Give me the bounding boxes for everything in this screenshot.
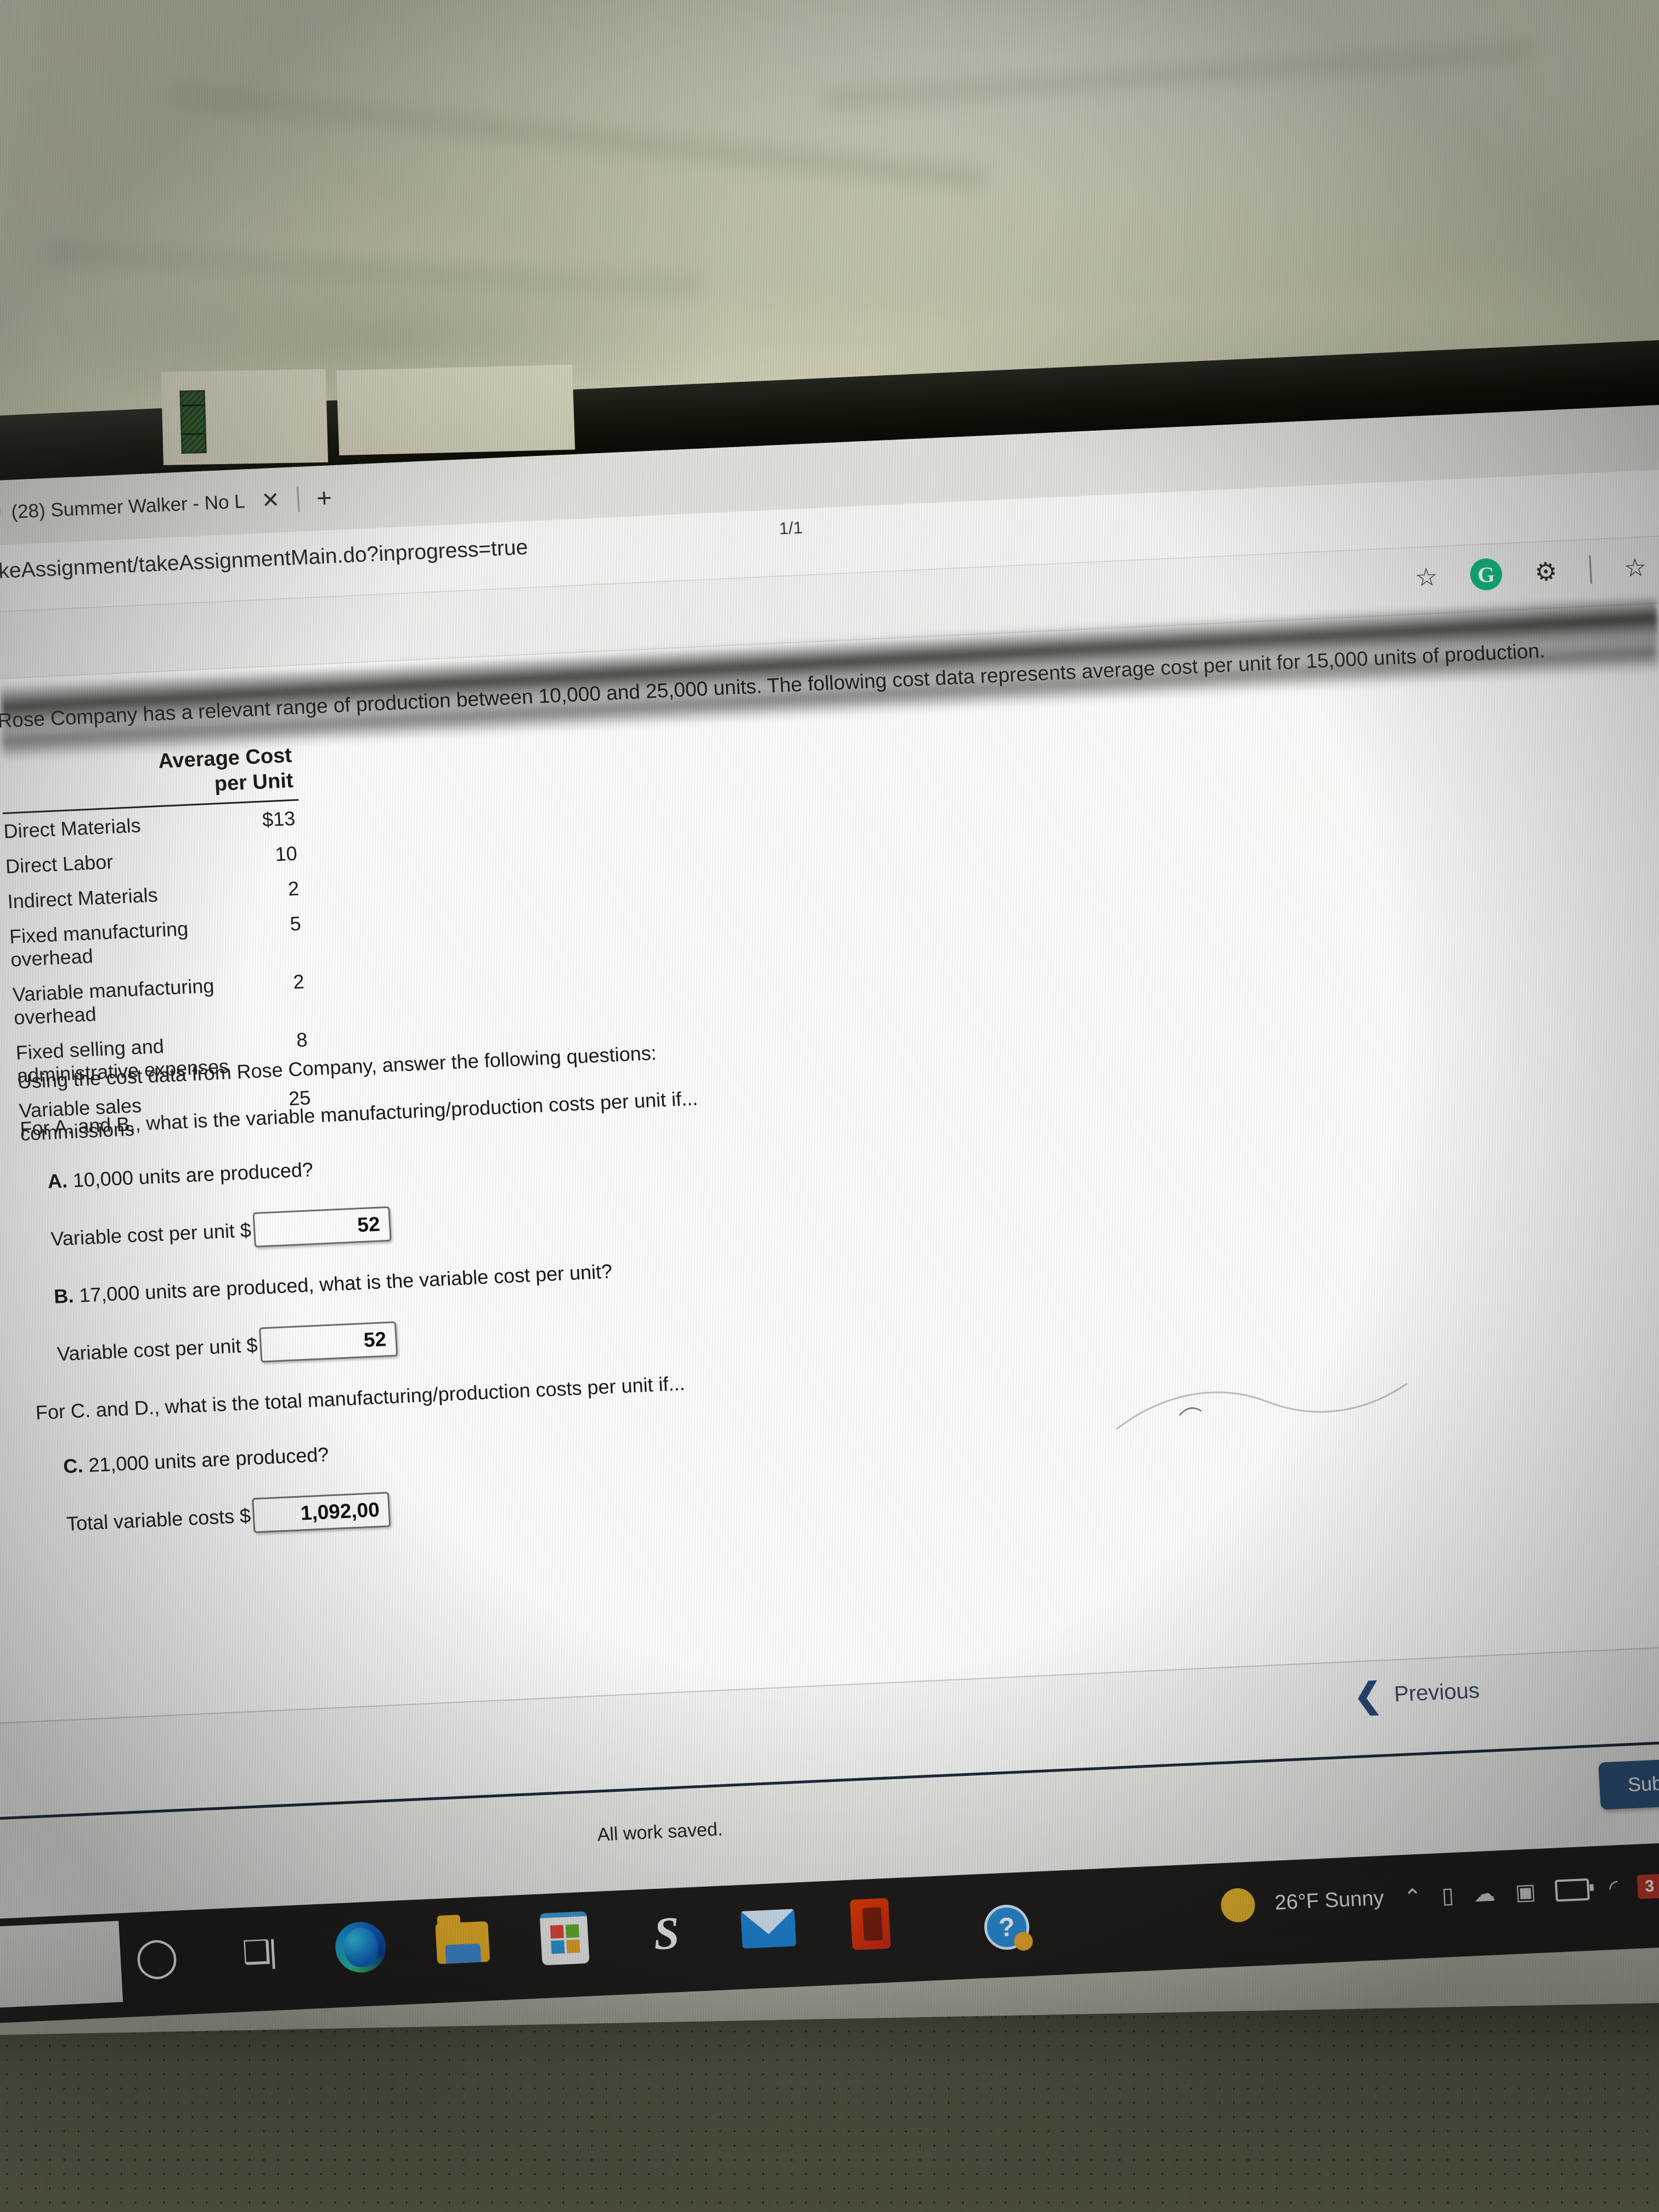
notification-badge[interactable]: 3: [1637, 1874, 1659, 1899]
microsoft-store-icon[interactable]: [533, 1907, 596, 1969]
bezel-green-chip: [179, 390, 207, 454]
chevron-up-icon[interactable]: ⌃: [1403, 1884, 1423, 1910]
answer-row-a: Variable cost per unit $ 52: [50, 1206, 392, 1257]
question-c-text: 21,000 units are produced?: [88, 1443, 330, 1477]
question-a-text: 10,000 units are produced?: [72, 1158, 314, 1192]
saved-status-text: All work saved.: [596, 1819, 724, 1846]
question-a-letter: A.: [47, 1169, 68, 1193]
answer-b-label: Variable cost per unit $: [56, 1333, 258, 1365]
speaker-playing-icon[interactable]: 🔊: [0, 501, 3, 526]
pen-squiggle-mark: [1116, 1383, 1408, 1430]
onedrive-cloud-icon[interactable]: ☁: [1473, 1881, 1496, 1907]
system-tray: 26°F Sunny ⌃ ▯ ☁ ▣ ◜ 3 🔊 10:24 3/4/20: [1220, 1860, 1659, 1926]
previous-label: Previous: [1393, 1678, 1480, 1707]
display-settings-icon[interactable]: ▣: [1514, 1879, 1537, 1905]
photo-scene: hp 🔊 (28) Summer Walker - No L ✕ +: [0, 0, 1659, 2212]
mail-icon[interactable]: [737, 1898, 800, 1960]
laptop-screen: 🔊 (28) Summer Walker - No L ✕ + w.com/il…: [0, 338, 1659, 2024]
row-value: 5: [289, 912, 302, 935]
row-label: Variable manufacturing overhead: [12, 974, 215, 1029]
row-value: 8: [296, 1028, 308, 1051]
row-label: Direct Labor: [4, 850, 114, 878]
answer-row-b: Variable cost per unit $ 52: [56, 1321, 398, 1372]
group-cd-text: For C. and D., what is the total manufac…: [35, 1372, 686, 1424]
answer-c-input[interactable]: 1,092,00: [252, 1492, 391, 1533]
task-view-icon[interactable]: ❑|: [228, 1921, 290, 1983]
taskbar-search-box[interactable]: [0, 1921, 123, 2011]
question-b: B. 17,000 units are produced, what is th…: [53, 1260, 613, 1308]
screen-bezel: 🔊 (28) Summer Walker - No L ✕ + w.com/il…: [0, 338, 1659, 2024]
collections-icon[interactable]: ☆: [1617, 549, 1654, 586]
extensions-puzzle-icon[interactable]: ⚙: [1527, 554, 1564, 590]
sonic-app-icon[interactable]: S: [635, 1903, 698, 1965]
row-value: 10: [274, 842, 298, 866]
answer-row-c: Total variable costs $ 1,092,00: [65, 1492, 391, 1542]
grammarly-icon[interactable]: G: [1469, 557, 1503, 591]
question-b-text: 17,000 units are produced, what is the v…: [78, 1260, 613, 1307]
answer-b-input[interactable]: 52: [258, 1321, 398, 1363]
close-icon[interactable]: ✕: [261, 488, 280, 514]
answer-a-label: Variable cost per unit $: [50, 1218, 252, 1250]
tab-title: (28) Summer Walker - No L: [10, 490, 246, 523]
row-label: Direct Materials: [3, 814, 142, 843]
new-tab-icon[interactable]: +: [315, 483, 333, 514]
battery-icon[interactable]: [1555, 1878, 1590, 1902]
row-label: Indirect Materials: [7, 883, 159, 913]
sun-weather-icon[interactable]: [1220, 1887, 1256, 1923]
row-label: Fixed manufacturing overhead: [9, 917, 189, 971]
edge-browser-window: 🔊 (28) Summer Walker - No L ✕ + w.com/il…: [0, 402, 1659, 2024]
row-value: 2: [287, 877, 300, 900]
row-value: $13: [261, 806, 296, 831]
wifi-icon[interactable]: ◜: [1609, 1875, 1618, 1901]
office-icon[interactable]: [839, 1893, 902, 1955]
bezel-sticker-tape: [336, 364, 575, 456]
help-icon[interactable]: ?: [983, 1904, 1031, 1951]
assignment-page: Rose Company has a relevant range of pro…: [0, 601, 1659, 1724]
bezel-sticker-label: 1/1: [778, 518, 803, 538]
favorite-star-icon[interactable]: ☆: [1408, 558, 1444, 595]
submit-test-button[interactable]: Submit Test for Gradin: [1598, 1751, 1659, 1810]
question-b-letter: B.: [53, 1284, 75, 1308]
previous-button[interactable]: ❮ Previous: [1352, 1676, 1480, 1716]
browser-tab[interactable]: 🔊 (28) Summer Walker - No L ✕ +: [0, 477, 333, 534]
answer-a-input[interactable]: 52: [252, 1206, 392, 1248]
answer-c-label: Total variable costs $: [66, 1504, 252, 1535]
url-text[interactable]: w.com/ilrn/takeAssignment/takeAssignment…: [0, 535, 528, 589]
toolbar-divider: [1589, 555, 1593, 584]
file-explorer-icon[interactable]: [431, 1912, 494, 1974]
edge-icon[interactable]: [329, 1916, 392, 1978]
question-a: A. 10,000 units are produced?: [47, 1158, 314, 1193]
question-c-letter: C.: [63, 1454, 84, 1478]
question-c: C. 21,000 units are produced?: [63, 1443, 329, 1478]
row-value: 2: [292, 970, 305, 993]
tab-divider: [296, 486, 300, 512]
cortana-icon[interactable]: ◯: [126, 1926, 188, 1988]
weather-text[interactable]: 26°F Sunny: [1274, 1887, 1384, 1915]
chevron-left-icon: ❮: [1352, 1676, 1384, 1716]
tablet-mode-icon[interactable]: ▯: [1441, 1883, 1455, 1909]
